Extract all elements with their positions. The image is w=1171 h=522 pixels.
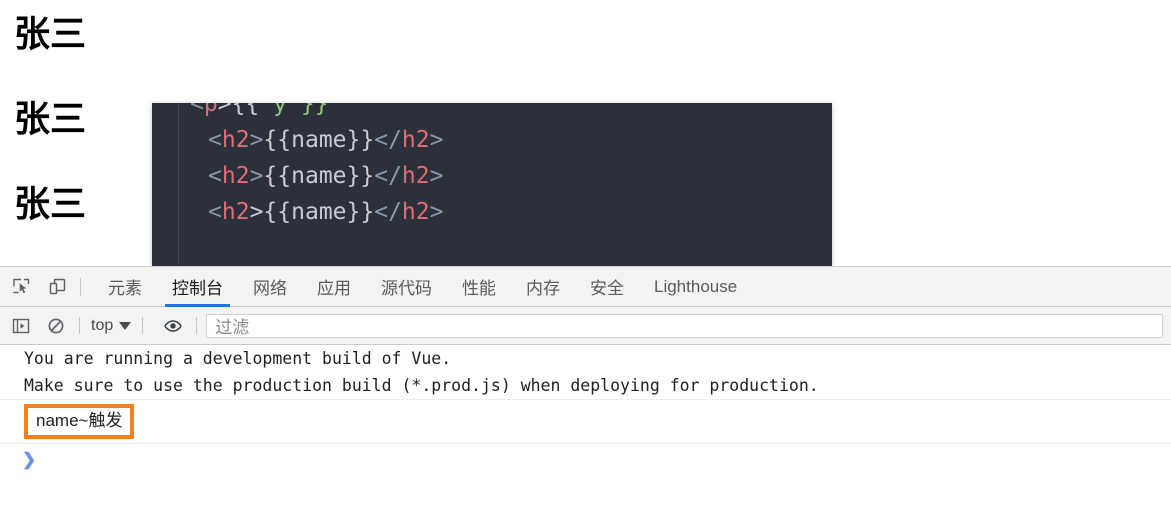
code-line: <h2>{{name}}</h2> (152, 194, 832, 230)
code-token: }} (346, 127, 375, 153)
devtools-tab-性能[interactable]: 性能 (447, 267, 511, 307)
code-token: > (429, 127, 444, 153)
console-sidebar-icon[interactable] (7, 312, 35, 340)
console-highlight-box: name~触发 (24, 404, 135, 439)
devtools-panel: 元素控制台网络应用源代码性能内存安全Lighthouse top (0, 266, 1171, 522)
code-token: h2 (401, 127, 430, 153)
code-lines-container: <p>{{ y }} <h2>{{name}}</h2> <h2>{{name}}<… (152, 103, 832, 230)
code-token: h2 (401, 199, 430, 225)
devtools-tab-网络[interactable]: 网络 (238, 267, 302, 307)
devtools-tab-应用[interactable]: 应用 (302, 267, 366, 307)
console-message-text: name~触发 (0, 400, 1171, 443)
devtools-tab-源代码[interactable]: 源代码 (366, 267, 447, 307)
console-prompt-row[interactable]: ❯ (0, 443, 1171, 470)
code-token: < (190, 103, 204, 117)
code-token: </ (374, 127, 402, 153)
console-toolbar-divider-3 (196, 317, 198, 334)
code-token: < (208, 163, 222, 189)
devtools-tab-内存[interactable]: 内存 (511, 267, 575, 307)
console-filter-input[interactable]: 过滤 (206, 313, 1163, 338)
code-token: >{{ (217, 103, 274, 117)
code-token: </ (374, 163, 402, 189)
devtools-tab-元素[interactable]: 元素 (93, 267, 157, 307)
code-token: h2 (221, 199, 250, 225)
code-token: h2 (401, 163, 430, 189)
execution-context-selector[interactable]: top (89, 317, 133, 335)
clear-console-icon[interactable] (42, 312, 70, 340)
devtools-tab-Lighthouse[interactable]: Lighthouse (639, 267, 752, 307)
page-heading-1: 张三 (14, 13, 87, 54)
code-token: name (291, 127, 347, 153)
console-message-text: Make sure to use the production build (*… (24, 376, 819, 395)
code-token: > (249, 127, 264, 153)
code-token: }} (286, 103, 329, 117)
code-token: < (208, 199, 222, 225)
code-token: </ (374, 199, 402, 225)
inspect-element-icon[interactable] (6, 272, 36, 302)
code-line: <h2>{{name}}</h2> (152, 122, 832, 158)
console-toolbar-divider-2 (142, 317, 144, 334)
code-token: p (203, 103, 218, 117)
code-token: }} (346, 163, 375, 189)
prompt-chevron-icon: ❯ (22, 450, 37, 469)
page-heading-2: 张三 (14, 98, 87, 139)
console-toolbar: top 过滤 (0, 307, 1171, 345)
code-token: < (208, 127, 222, 153)
console-message-text: You are running a development build of V… (24, 349, 452, 368)
console-prompt-input[interactable] (36, 450, 1171, 470)
console-message: name~触发 (0, 399, 1171, 443)
execution-context-label: top (91, 316, 114, 334)
devtools-tab-安全[interactable]: 安全 (575, 267, 639, 307)
chevron-down-icon (119, 321, 132, 330)
code-token: > (249, 199, 264, 225)
devtools-tab-bar: 元素 控制台 网络 应用 源代码 性能 内存 安全 Lighthouse (0, 267, 1171, 307)
console-toolbar-divider-1 (79, 317, 80, 334)
console-filter-placeholder: 过滤 (215, 318, 250, 337)
code-token: {{ (263, 199, 292, 225)
code-token: }} (346, 199, 375, 225)
devtools-tab-控制台[interactable]: 控制台 (157, 267, 238, 307)
console-message: You are running a development build of V… (0, 345, 1171, 399)
device-toolbar-icon[interactable] (42, 272, 72, 302)
code-token: h2 (221, 163, 250, 189)
code-token: > (249, 163, 264, 189)
code-line: <h2>{{name}}</h2> (152, 158, 832, 194)
code-token: name (291, 163, 347, 189)
code-token: > (429, 163, 444, 189)
code-token: h2 (221, 127, 250, 153)
code-token: y (273, 103, 287, 117)
toolbar-divider (80, 277, 81, 296)
console-message-list: You are running a development build of V… (0, 345, 1171, 521)
code-snippet-overlay: <p>{{ y }} <h2>{{name}}</h2> <h2>{{name}}<… (152, 103, 832, 266)
code-token: {{ (263, 127, 292, 153)
code-token: {{ (263, 163, 292, 189)
code-token: name (291, 199, 347, 225)
live-expression-icon[interactable] (159, 312, 187, 340)
code-line: <p>{{ y }} (152, 103, 832, 122)
devtools-tabs: 元素 控制台 网络 应用 源代码 性能 内存 安全 Lighthouse (93, 267, 752, 307)
code-token: > (429, 199, 444, 225)
page-heading-3: 张三 (14, 183, 87, 224)
